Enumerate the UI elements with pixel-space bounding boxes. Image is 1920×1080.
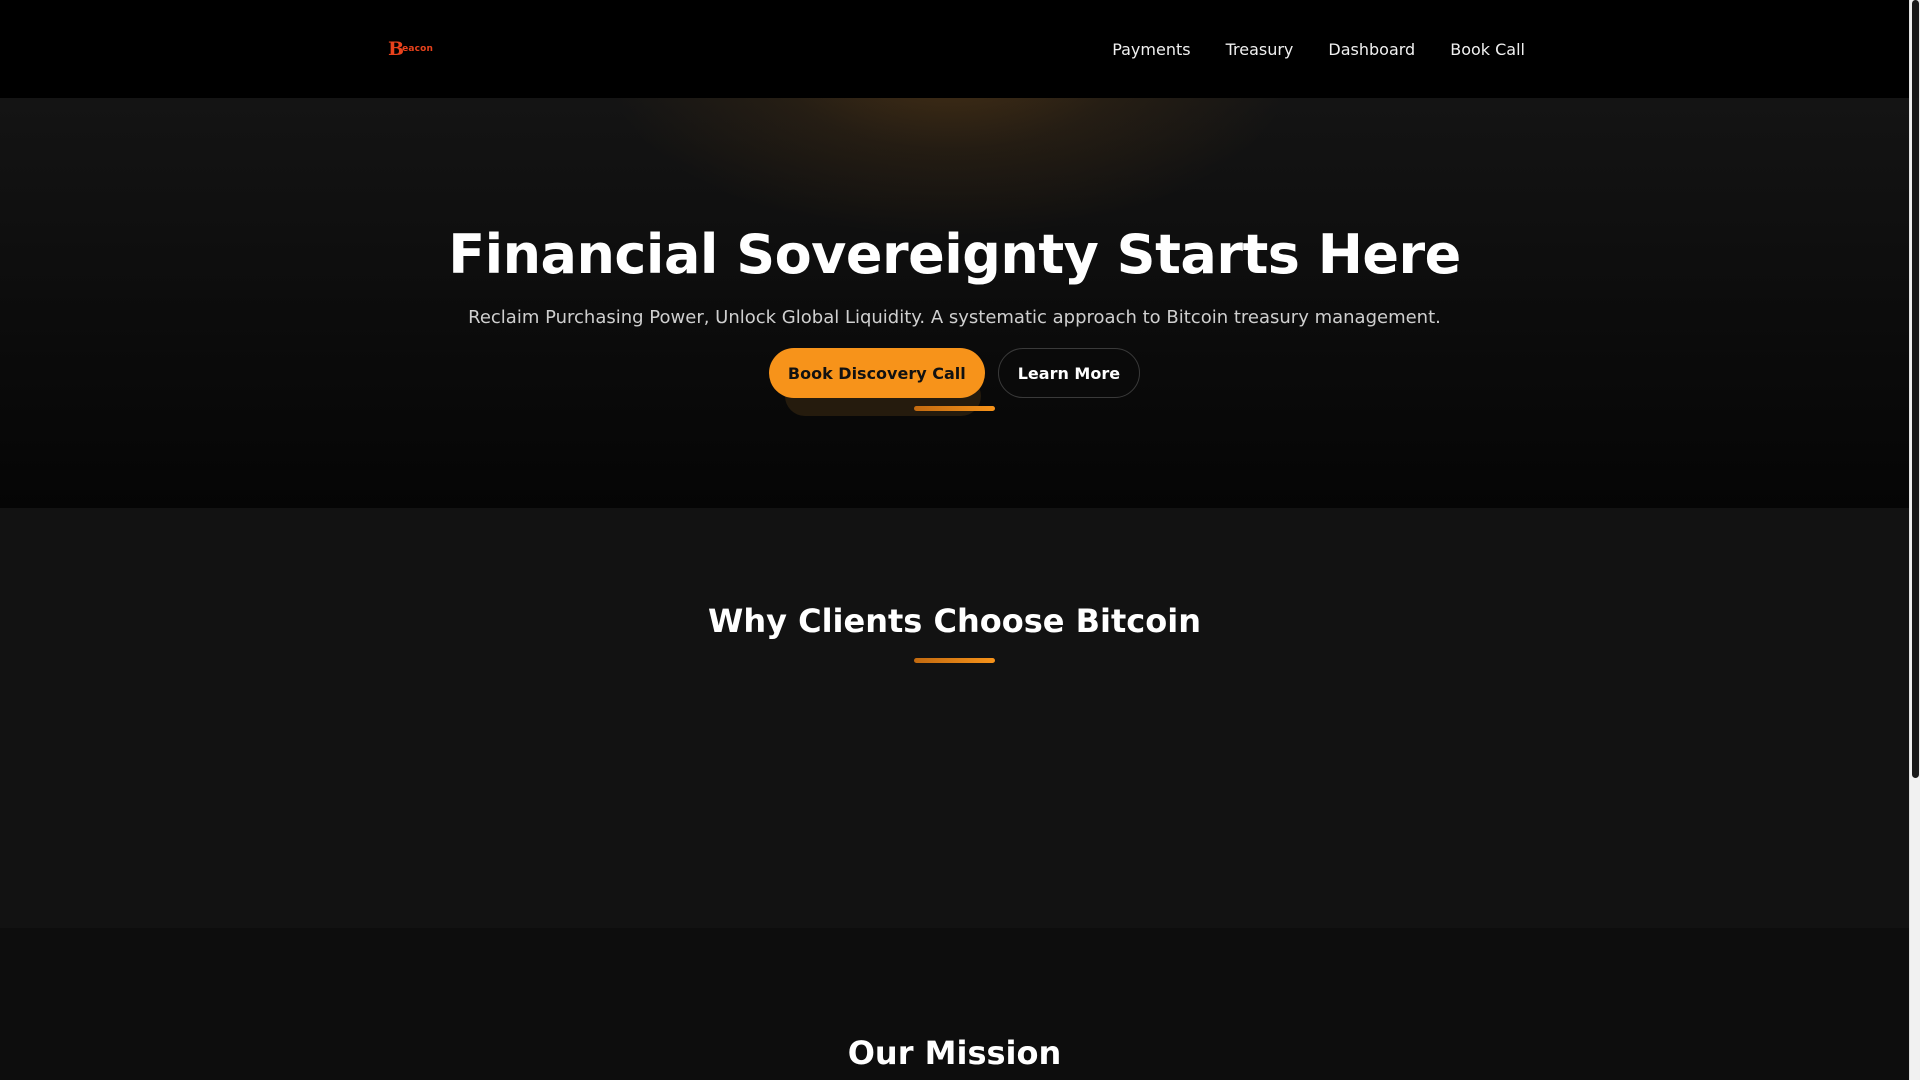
brand-logo[interactable]: B eacon: [388, 38, 433, 60]
nav-link-dashboard[interactable]: Dashboard: [1328, 40, 1415, 59]
logo-text: eacon: [402, 44, 434, 54]
book-discovery-call-button[interactable]: Book Discovery Call: [768, 348, 985, 398]
nav-link-treasury[interactable]: Treasury: [1226, 40, 1294, 59]
page-scrollbar[interactable]: [1909, 0, 1920, 1080]
hero-glow: [600, 98, 1300, 238]
page: B eacon Payments Treasury Dashboard Book…: [0, 0, 1920, 1080]
nav-link-payments[interactable]: Payments: [1112, 40, 1190, 59]
mission-section-title: Our Mission: [847, 1034, 1062, 1072]
learn-more-button[interactable]: Learn More: [997, 348, 1141, 398]
why-section-accent-divider: [914, 658, 995, 663]
mission-section: Our Mission: [0, 928, 1909, 1080]
hero-accent-divider: [914, 406, 995, 411]
why-section-title: Why Clients Choose Bitcoin: [708, 602, 1201, 640]
hero-section: Financial Sovereignty Starts Here Reclai…: [0, 98, 1909, 508]
scrollbar-thumb[interactable]: [1912, 0, 1919, 778]
nav-link-book-call[interactable]: Book Call: [1450, 40, 1525, 59]
hero-subtitle: Reclaim Purchasing Power, Unlock Global …: [468, 307, 1441, 328]
top-navbar: B eacon Payments Treasury Dashboard Book…: [0, 0, 1909, 98]
main-nav: Payments Treasury Dashboard Book Call: [1112, 0, 1525, 98]
hero-cta-row: Book Discovery Call Learn More: [0, 348, 1909, 398]
why-clients-section: Why Clients Choose Bitcoin: [0, 508, 1909, 928]
hero-title: Financial Sovereignty Starts Here: [448, 223, 1461, 286]
